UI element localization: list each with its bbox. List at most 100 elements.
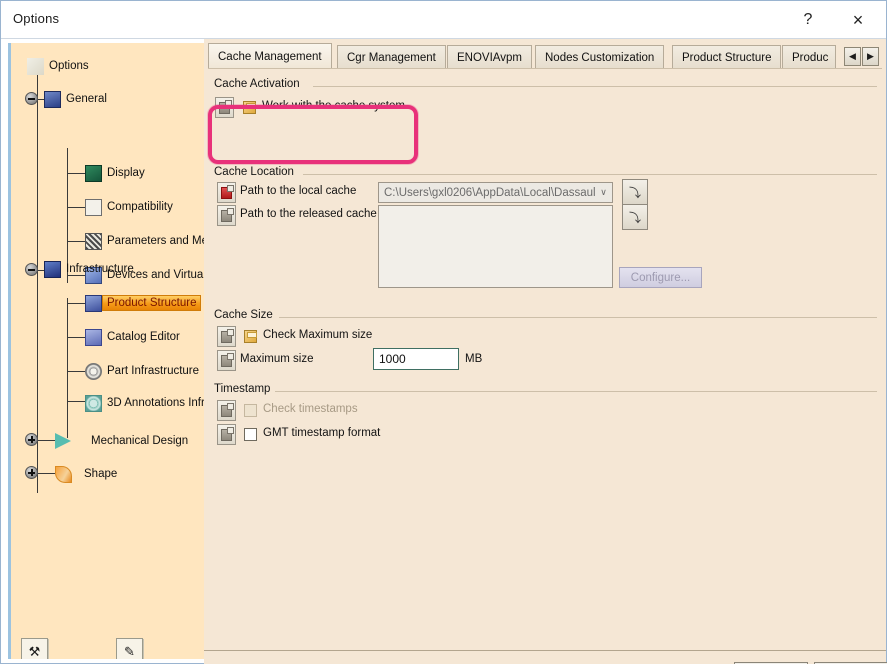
help-button[interactable]: ? [786, 5, 830, 35]
tree-item-infrastructure[interactable]: Infrastructure [44, 259, 134, 279]
tree-item-label: General [66, 93, 107, 105]
tree-trunk-line [37, 73, 38, 493]
parameters-icon [85, 232, 102, 250]
shape-icon [55, 465, 72, 483]
tree-item-label: Options [49, 60, 89, 72]
tree-item-label: Display [107, 167, 145, 179]
edit-options-button[interactable]: ✎ [116, 638, 143, 659]
options-tree: Options General Display Compatibility Pa [11, 43, 204, 543]
footer-divider [204, 650, 886, 651]
path-to-local-cache-label: Path to the local cache [240, 185, 357, 197]
tree-item-label: Shape [84, 468, 118, 480]
tree-item-3d-annotations-infrastructure[interactable]: 3D Annotations Infrastru [85, 393, 204, 413]
tree-item-part-infrastructure[interactable]: Part Infrastructure [85, 361, 199, 381]
general-icon [44, 90, 61, 108]
local-cache-browse-button[interactable]: ⤵ [622, 179, 648, 205]
cache-size-group: Cache Size Check Maximum size Maximum si… [213, 309, 877, 379]
check-maximum-size-checkbox[interactable] [244, 330, 257, 343]
tab-enoviavpm[interactable]: ENOVIAvpm [447, 45, 532, 69]
tab-product-structure[interactable]: Product Structure [672, 45, 782, 69]
tree-item-label: Catalog Editor [107, 331, 180, 343]
path-to-released-cache-label: Path to the released cache [240, 208, 377, 220]
tab-scroll-right-button[interactable]: ▶ [862, 47, 879, 66]
options-tree-sidebar[interactable]: Options General Display Compatibility Pa [8, 43, 204, 659]
tab-scroll-left-button[interactable]: ◀ [844, 47, 861, 66]
tree-connector [37, 473, 55, 474]
check-timestamps-label: Check timestamps [263, 403, 358, 415]
infrastructure-icon [44, 260, 61, 278]
tree-item-compatibility[interactable]: Compatibility [85, 197, 173, 217]
tree-item-display[interactable]: Display [85, 163, 145, 183]
check-timestamps-checkbox [244, 404, 257, 417]
home-options-button[interactable]: ⚒ [21, 638, 48, 659]
gmt-timestamp-format-label: GMT timestamp format [263, 427, 381, 439]
tree-expander-mechanical-design[interactable] [25, 433, 38, 446]
tree-item-label: 3D Annotations Infrastru [107, 397, 204, 409]
tree-item-shape[interactable]: Shape [55, 464, 117, 484]
configure-button[interactable]: Configure... [619, 267, 702, 288]
chevron-down-icon[interactable]: ∨ [595, 187, 612, 198]
gmt-timestamp-format-checkbox[interactable] [244, 428, 257, 441]
tree-item-parameters-and-measure[interactable]: Parameters and Measure [85, 231, 204, 251]
tab-product-overflow[interactable]: Produc [782, 45, 836, 69]
tree-connector [67, 371, 85, 372]
group-rule [313, 86, 877, 87]
check-maximum-size-label: Check Maximum size [263, 329, 373, 341]
tree-expander-general[interactable] [25, 92, 38, 105]
tree-item-label: Mechanical Design [91, 435, 189, 447]
released-cache-lock-button[interactable] [217, 205, 236, 226]
timestamp-title: Timestamp [213, 383, 275, 395]
maximum-size-input[interactable]: 1000 [373, 348, 459, 370]
work-with-cache-system-checkbox[interactable] [243, 101, 256, 114]
lock-icon [221, 328, 234, 343]
gmt-timestamp-lock-button[interactable] [217, 424, 236, 445]
tree-expander-infrastructure[interactable] [25, 263, 38, 276]
options-icon [27, 57, 44, 75]
local-cache-path-value: C:\Users\gxl0206\AppData\Local\Dassaul [384, 186, 595, 199]
cache-location-group: Cache Location Path to the local cache C… [213, 166, 877, 304]
lock-icon [221, 352, 234, 367]
cache-location-title: Cache Location [213, 166, 298, 178]
tree-item-mechanical-design[interactable]: Mechanical Design [55, 431, 188, 451]
tree-item-options[interactable]: Options [27, 56, 89, 76]
tree-item-label: Infrastructure [66, 263, 134, 275]
tab-cgr-management[interactable]: Cgr Management [337, 45, 446, 69]
maximum-size-label: Maximum size [240, 353, 314, 365]
part-infrastructure-icon [85, 362, 102, 380]
cache-activation-group: Cache Activation Work with the cache sys… [213, 78, 877, 130]
released-cache-path-box[interactable] [378, 205, 613, 288]
released-cache-browse-button[interactable]: ⤵ [622, 204, 648, 230]
catalog-editor-icon [85, 328, 102, 346]
lock-icon [221, 426, 234, 441]
maximum-size-unit: MB [465, 353, 483, 365]
work-with-cache-system-label: Work with the cache system [262, 100, 405, 112]
dialog-footer: CATIA曲面建模技术 OK Cancel [204, 628, 887, 664]
tab-cache-management[interactable]: Cache Management [208, 43, 332, 69]
dialog-body: Options General Display Compatibility Pa [1, 39, 887, 664]
tree-connector [67, 241, 85, 242]
check-timestamps-lock-button[interactable] [217, 400, 236, 421]
cache-activation-lock-button[interactable] [215, 97, 234, 118]
local-cache-path-combo[interactable]: C:\Users\gxl0206\AppData\Local\Dassaul ∨ [378, 182, 613, 203]
tree-connector [67, 173, 85, 174]
group-rule [279, 317, 877, 318]
maximum-size-lock-button[interactable] [217, 350, 236, 371]
tree-item-general[interactable]: General [44, 89, 107, 109]
tree-connector [67, 207, 85, 208]
tab-bar: Cache Management Cgr Management ENOVIAvp… [208, 43, 882, 69]
tree-item-catalog-editor[interactable]: Catalog Editor [85, 327, 180, 347]
options-dialog: Options ? × Options General Display Comp… [0, 0, 887, 664]
local-cache-lock-button[interactable] [217, 182, 236, 203]
tree-branch-infrastructure [67, 298, 68, 438]
product-structure-icon [85, 294, 102, 312]
close-button[interactable]: × [836, 5, 880, 35]
lock-icon [221, 184, 234, 199]
tree-item-product-structure[interactable]: Product Structure [85, 293, 202, 313]
tree-expander-shape[interactable] [25, 466, 38, 479]
check-max-size-lock-button[interactable] [217, 326, 236, 347]
tab-nodes-customization[interactable]: Nodes Customization [535, 45, 665, 69]
display-icon [85, 164, 102, 182]
cache-management-panel: Cache Activation Work with the cache sys… [208, 68, 882, 628]
tree-connector [67, 401, 85, 402]
tree-connector [67, 303, 85, 304]
